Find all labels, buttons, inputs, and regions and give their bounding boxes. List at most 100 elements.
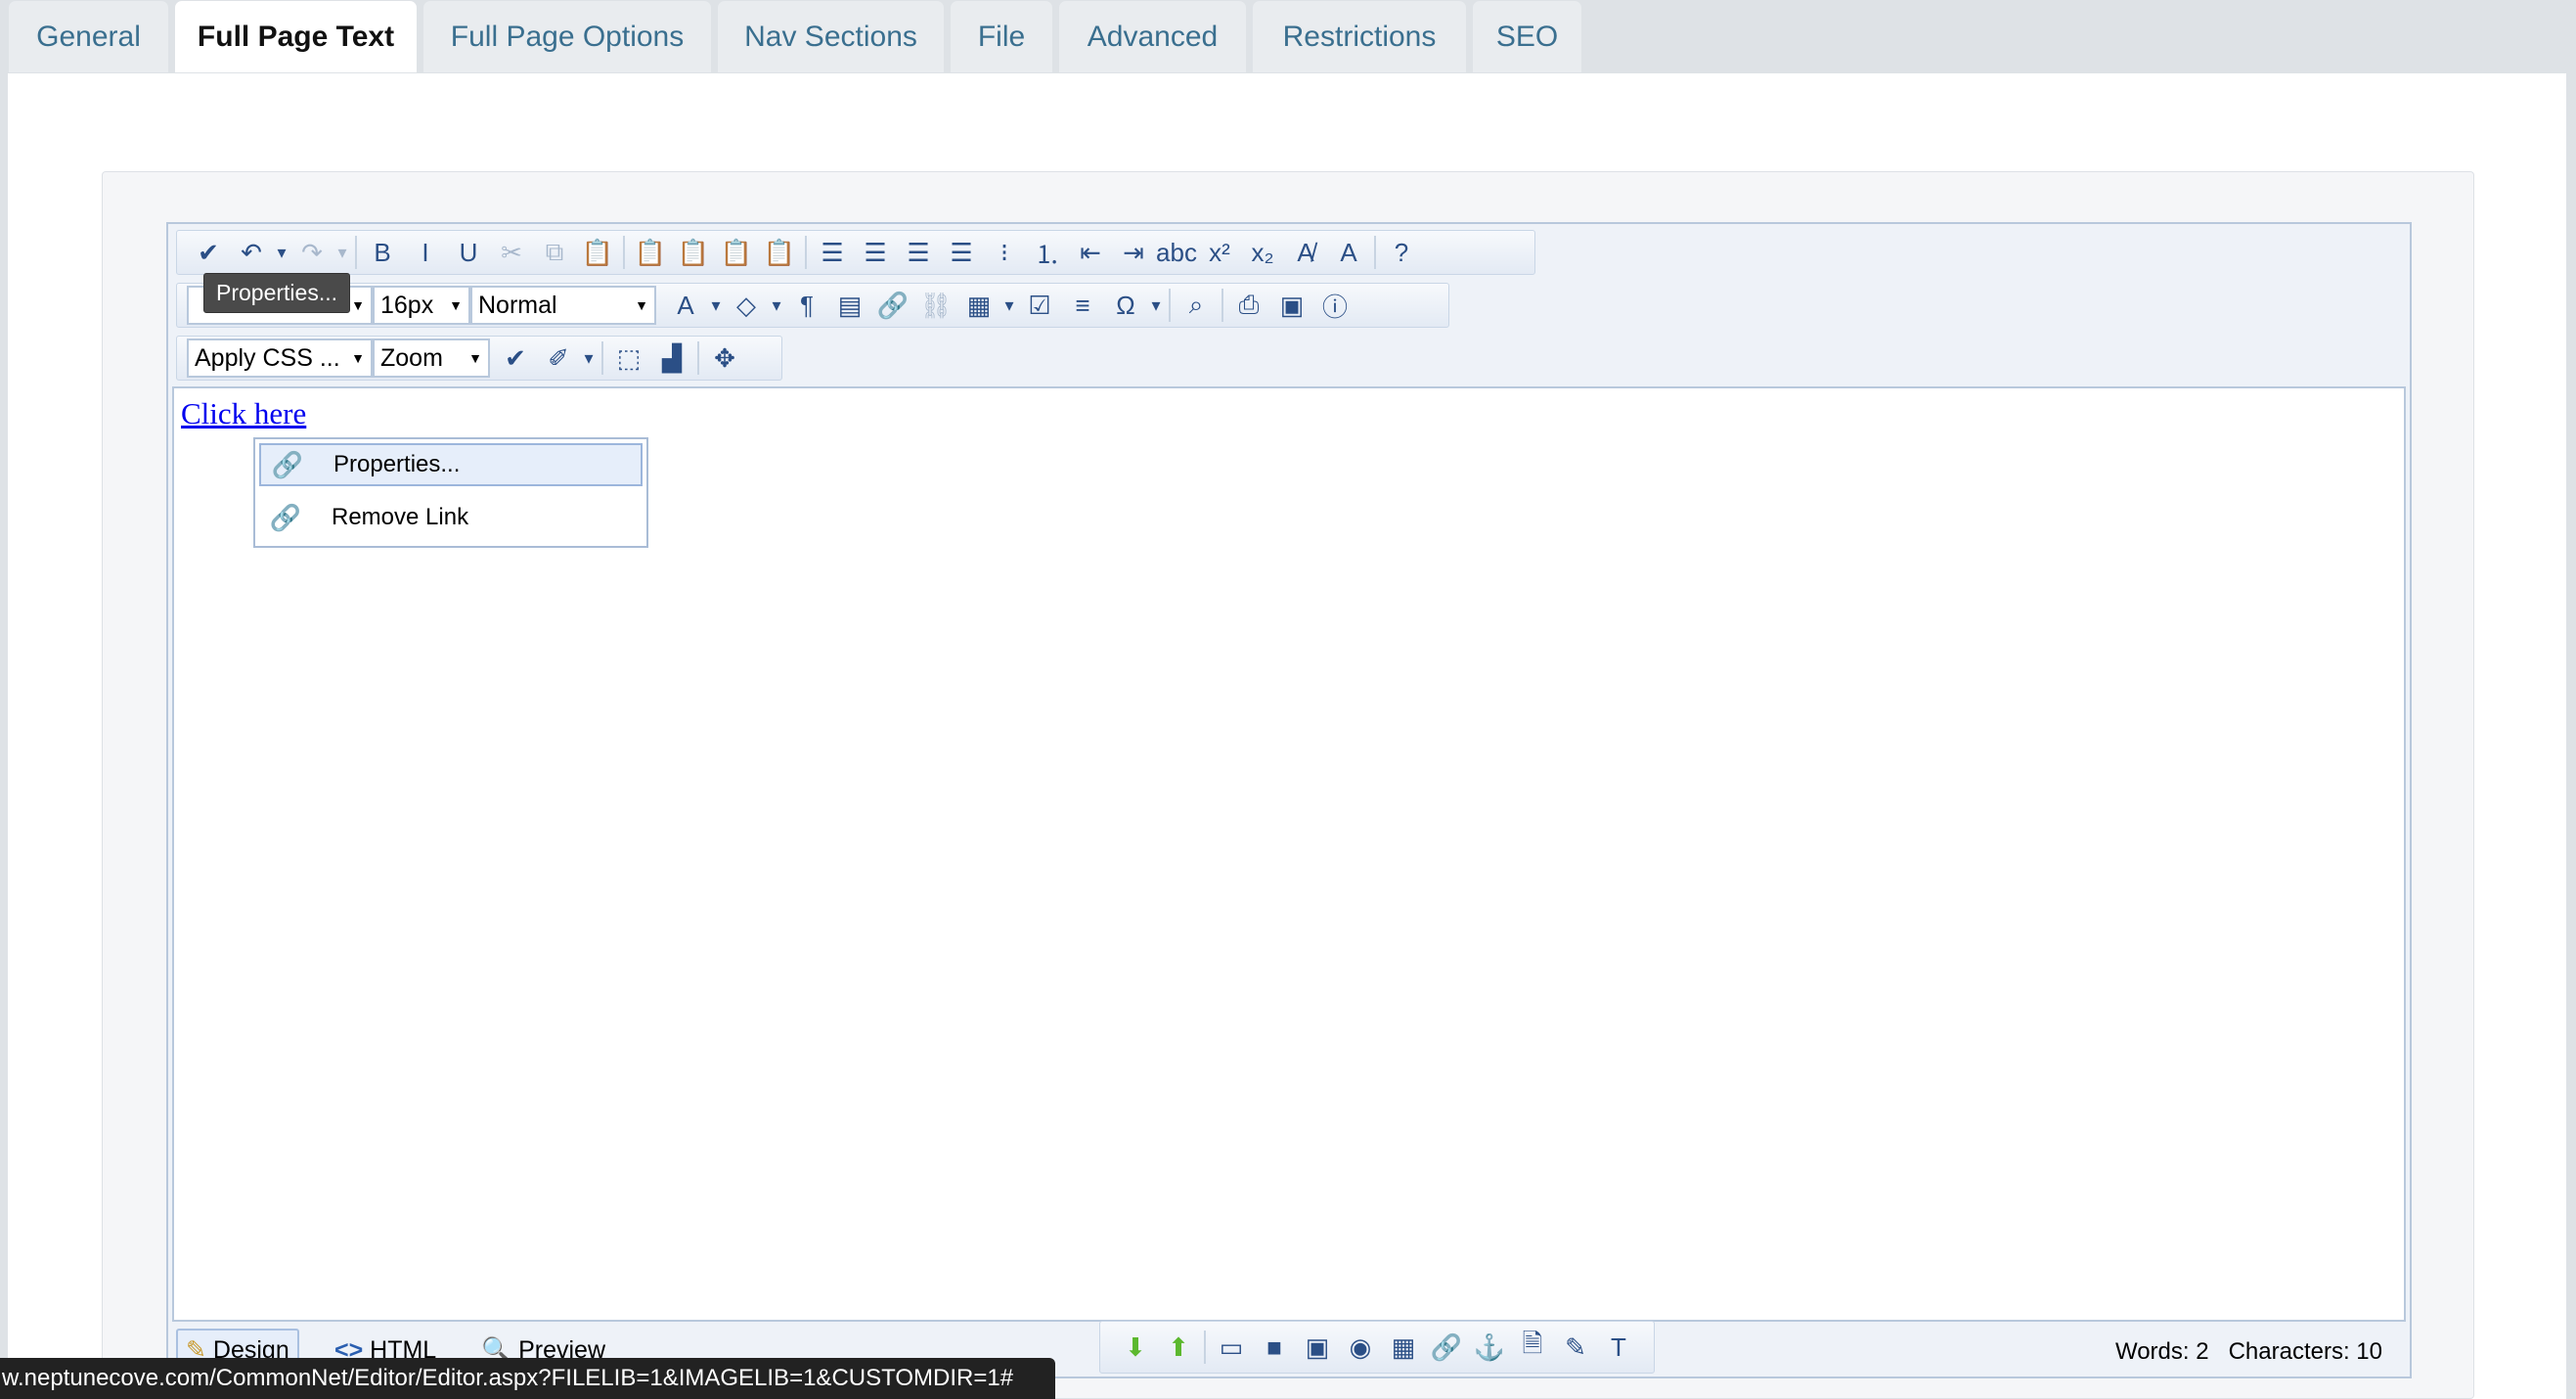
insert-template-icon[interactable]: T (1597, 1328, 1640, 1367)
toolbar-separator (601, 341, 603, 375)
edit-icon[interactable]: ✎ (1554, 1328, 1597, 1367)
copy-icon[interactable]: ⧉ (533, 233, 576, 272)
tab-advanced[interactable]: Advanced (1058, 0, 1247, 73)
tab-general[interactable]: General (8, 0, 169, 73)
word-count: Words: 2 Characters: 10 (2114, 1338, 2382, 1365)
outdent-icon[interactable]: ⇤ (1069, 233, 1112, 272)
bottom-toolbar: ⬇ ⬆ ▭ ■ ▣ ◉ ▦ 🔗 ⚓ 🗎 ✎ T (1099, 1321, 1655, 1374)
page-properties-icon[interactable]: ▤ (828, 286, 871, 325)
table-icon[interactable]: ▦ (957, 286, 1000, 325)
absolute-position-icon[interactable]: ✥ (703, 338, 746, 378)
info-icon[interactable]: ⓘ (1313, 286, 1356, 325)
tab-file[interactable]: File (950, 0, 1053, 73)
context-menu: 🔗 Properties... 🔗 Remove Link (253, 437, 648, 548)
move-up-icon[interactable]: ⬆ (1157, 1328, 1200, 1367)
horizontal-rule-icon[interactable]: ≡ (1061, 286, 1104, 325)
link-properties-icon: 🔗 (271, 449, 304, 479)
tab-seo[interactable]: SEO (1472, 0, 1582, 73)
tab-full-page-text[interactable]: Full Page Text (174, 0, 418, 73)
menu-item-properties[interactable]: 🔗 Properties... (259, 443, 643, 486)
toolbar-separator (1204, 1331, 1206, 1364)
insert-video-icon[interactable]: ■ (1253, 1328, 1296, 1367)
components-icon[interactable]: ▟ (650, 338, 693, 378)
paste-text-icon[interactable]: 📋 (715, 233, 758, 272)
remove-format-icon[interactable]: A̸ (1284, 233, 1327, 272)
special-char-icon[interactable]: Ω (1104, 286, 1147, 325)
editing-area[interactable]: Click here 🔗 Properties... 🔗 Remove Link (172, 386, 2406, 1322)
dropdown-arrow-icon[interactable]: ▾ (1147, 286, 1165, 325)
font-size-select[interactable]: 16px ▼ (373, 286, 470, 325)
toolbar-separator (1374, 236, 1376, 269)
paste-word-clean-icon[interactable]: 📋 (672, 233, 715, 272)
dropdown-arrow-icon[interactable]: ▾ (707, 286, 725, 325)
tab-bar: General Full Page Text Full Page Options… (0, 0, 2576, 73)
tab-full-page-options[interactable]: Full Page Options (422, 0, 712, 73)
toolbar-separator (805, 236, 807, 269)
dropdown-arrow-icon[interactable]: ▾ (580, 338, 598, 378)
toolbar-separator (1221, 289, 1223, 322)
toolbar-row-1: ✔ ↶ ▾ ↷ ▾ B I U ✂ ⧉ 📋 📋 📋 📋 📋 ☰ ☰ ☰ ☰ ⁝ ⒈ ⇤ ⇥ abc x² x₂ A̸ A? (176, 230, 1535, 275)
cut-icon[interactable]: ✂ (490, 233, 533, 272)
font-color-icon[interactable]: A (664, 286, 707, 325)
insert-media-icon[interactable]: ◉ (1339, 1328, 1382, 1367)
help-icon[interactable]: ? (1380, 233, 1423, 272)
paste-html-icon[interactable]: 📋 (758, 233, 801, 272)
preview-icon[interactable]: ▣ (1270, 286, 1313, 325)
status-bar-url: w.neptunecove.com/CommonNet/Editor/Edito… (0, 1358, 1055, 1399)
dropdown-arrow-icon[interactable]: ▾ (1000, 286, 1018, 325)
numbered-list-icon[interactable]: ⒈ (1026, 233, 1069, 272)
insert-anchor-icon[interactable]: ⚓ (1468, 1328, 1511, 1367)
paragraph-icon[interactable]: ¶ (785, 286, 828, 325)
spellcheck-icon[interactable]: ✔ (187, 233, 230, 272)
content-link[interactable]: Click here (181, 396, 306, 431)
toolbar-separator (355, 236, 357, 269)
toolbar-separator (697, 341, 699, 375)
form-icon[interactable]: ☑ (1018, 286, 1061, 325)
insert-box-icon[interactable]: ▭ (1210, 1328, 1253, 1367)
justify-full-icon[interactable]: ☰ (811, 233, 854, 272)
insert-document-icon[interactable]: 🗎 (1511, 1328, 1554, 1367)
toolbar-separator (1169, 289, 1171, 322)
bold-icon[interactable]: B (361, 233, 404, 272)
italic-icon[interactable]: I (404, 233, 447, 272)
undo-icon[interactable]: ↶ (230, 233, 273, 272)
indent-icon[interactable]: ⇥ (1112, 233, 1155, 272)
underline-icon[interactable]: U (447, 233, 490, 272)
insert-link-icon[interactable]: 🔗 (871, 286, 914, 325)
zoom-select[interactable]: Zoom ▼ (373, 338, 490, 378)
remove-link-icon: 🔗 (269, 502, 302, 532)
dropdown-arrow-icon[interactable]: ▾ (333, 233, 351, 272)
strikethrough-icon[interactable]: abc (1155, 233, 1198, 272)
bullet-list-icon[interactable]: ⁝ (983, 233, 1026, 272)
insert-link-icon[interactable]: 🔗 (1425, 1328, 1468, 1367)
clear-style-icon[interactable]: A (1327, 233, 1370, 272)
find-icon[interactable]: ⌕ (1175, 286, 1218, 325)
align-right-icon[interactable]: ☰ (940, 233, 983, 272)
w3c-validate-icon[interactable]: ✔ (494, 338, 537, 378)
tab-restrictions[interactable]: Restrictions (1252, 0, 1467, 73)
highlight-icon[interactable]: ◇ (725, 286, 768, 325)
toolbar-row-2: ▼ 16px ▼ Normal ▼ A ▾ ◇ ▾ ¶ ▤ 🔗 ⛓ ▦ ▾ ☑ ≡ Ω ▾ ⌕ ⎙ ▣ ⓘ (176, 283, 1449, 328)
menu-item-remove-link[interactable]: 🔗 Remove Link (259, 496, 643, 539)
toolbar-separator (623, 236, 625, 269)
paragraph-format-select[interactable]: Normal ▼ (470, 286, 656, 325)
paste-icon[interactable]: 📋 (576, 233, 619, 272)
print-icon[interactable]: ⎙ (1227, 286, 1270, 325)
select-all-icon[interactable]: ⬚ (607, 338, 650, 378)
paste-word-icon[interactable]: 📋 (629, 233, 672, 272)
apply-css-select[interactable]: Apply CSS ... ▼ (187, 338, 373, 378)
align-center-icon[interactable]: ☰ (897, 233, 940, 272)
subscript-icon[interactable]: x₂ (1241, 233, 1284, 272)
dropdown-arrow-icon[interactable]: ▾ (273, 233, 290, 272)
tab-nav-sections[interactable]: Nav Sections (717, 0, 945, 73)
clean-icon[interactable]: ✐ (537, 338, 580, 378)
superscript-icon[interactable]: x² (1198, 233, 1241, 272)
insert-flash-icon[interactable]: ▣ (1296, 1328, 1339, 1367)
move-down-icon[interactable]: ⬇ (1114, 1328, 1157, 1367)
align-left-icon[interactable]: ☰ (854, 233, 897, 272)
insert-image-icon[interactable]: ▦ (1382, 1328, 1425, 1367)
unlink-icon[interactable]: ⛓ (914, 286, 957, 325)
toolbar-row-3: Apply CSS ... ▼ Zoom ▼ ✔ ✐ ▾ ⬚ ▟ ✥ (176, 336, 782, 381)
dropdown-arrow-icon[interactable]: ▾ (768, 286, 785, 325)
redo-icon[interactable]: ↷ (290, 233, 333, 272)
